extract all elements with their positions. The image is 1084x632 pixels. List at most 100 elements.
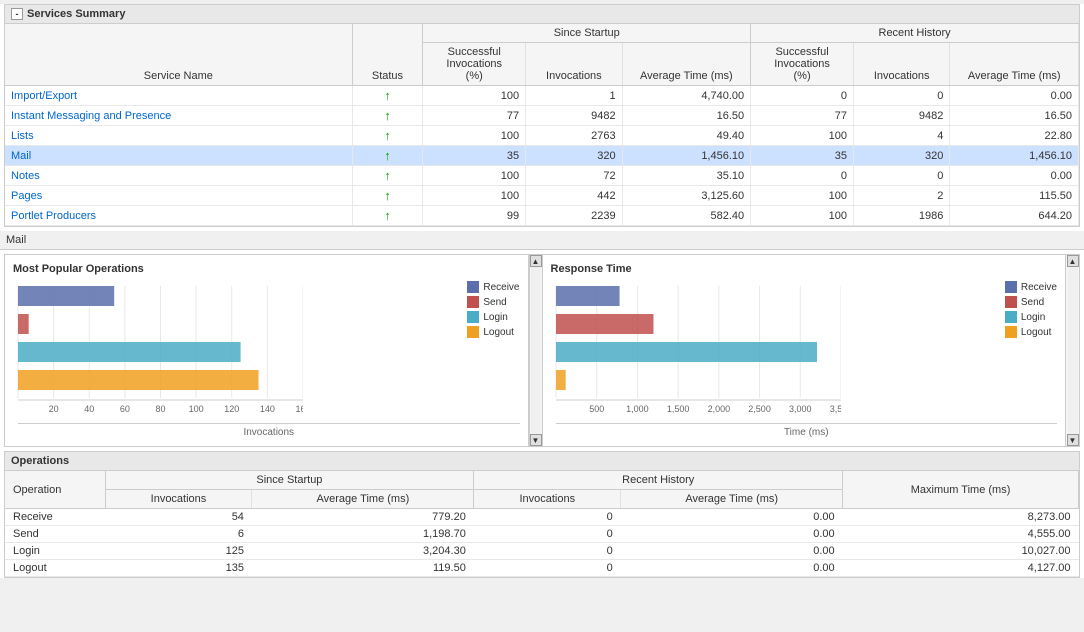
legend-label: Logout	[1021, 327, 1052, 338]
op-rh-avg: 0.00	[621, 526, 843, 543]
op-rh-inv: 0	[474, 526, 621, 543]
ss-inv: 9482	[526, 106, 622, 126]
ss-inv: 1	[526, 86, 622, 106]
col-max-time: Maximum Time (ms)	[843, 471, 1079, 509]
rh-inv: 4	[853, 126, 949, 146]
op-name: Logout	[5, 560, 105, 577]
service-row[interactable]: Mail ↑ 35 320 1,456.10 35 320 1,456.10	[5, 146, 1079, 166]
service-name[interactable]: Import/Export	[5, 86, 352, 106]
legend-label: Login	[483, 312, 507, 323]
scroll-track	[531, 267, 541, 434]
service-status: ↑	[352, 126, 423, 146]
col-rh-avg: Average Time (ms)	[950, 43, 1079, 86]
service-name[interactable]: Portlet Producers	[5, 206, 352, 226]
rh-success: 35	[751, 146, 854, 166]
service-name[interactable]: Pages	[5, 186, 352, 206]
svg-text:1,000: 1,000	[626, 404, 649, 414]
most-popular-bars: 20406080100120140160	[13, 281, 457, 421]
charts-row: Most Popular Operations 2040608010012014…	[4, 254, 1080, 447]
response-time-legend: ReceiveSendLoginLogout	[1005, 281, 1057, 421]
op-ss-avg: 119.50	[252, 560, 474, 577]
op-name: Login	[5, 543, 105, 560]
col-ss-avg-ops: Average Time (ms)	[252, 490, 474, 509]
up-arrow-icon: ↑	[384, 188, 391, 203]
col-ss-inv: Invocations	[526, 43, 622, 86]
col-rh-inv: Invocations	[853, 43, 949, 86]
op-ss-avg: 1,198.70	[252, 526, 474, 543]
col-rh-success: SuccessfulInvocations(%)	[751, 43, 854, 86]
service-status: ↑	[352, 106, 423, 126]
rh-success: 0	[751, 166, 854, 186]
op-rh-avg: 0.00	[621, 560, 843, 577]
x-axis-line	[18, 423, 520, 424]
op-ss-avg: 3,204.30	[252, 543, 474, 560]
svg-text:60: 60	[120, 404, 130, 414]
op-max-time: 4,555.00	[843, 526, 1079, 543]
x-axis-line2	[556, 423, 1058, 424]
rh-avg: 1,456.10	[950, 146, 1079, 166]
services-summary-title: Services Summary	[27, 8, 125, 20]
rh-success: 0	[751, 86, 854, 106]
op-ss-inv: 135	[105, 560, 252, 577]
most-popular-panel: Most Popular Operations 2040608010012014…	[5, 255, 529, 446]
ss-avg: 1,456.10	[622, 146, 751, 166]
op-max-time: 8,273.00	[843, 509, 1079, 526]
svg-text:140: 140	[260, 404, 275, 414]
operation-row: Logout 135 119.50 0 0.00 4,127.00	[5, 560, 1079, 577]
rh-inv: 2	[853, 186, 949, 206]
rh-avg: 0.00	[950, 86, 1079, 106]
service-status: ↑	[352, 186, 423, 206]
response-time-x-label-area: Time (ms)	[556, 423, 1058, 438]
legend-item: Logout	[1005, 326, 1057, 338]
mail-section-label: Mail	[0, 231, 1084, 250]
right-scroll-up[interactable]: ▲	[1067, 255, 1079, 267]
response-time-svg: 5001,0001,5002,0002,5003,0003,500	[551, 281, 841, 418]
right-scroll-track	[1068, 267, 1078, 434]
service-name[interactable]: Instant Messaging and Presence	[5, 106, 352, 126]
ss-avg: 582.40	[622, 206, 751, 226]
op-rh-inv: 0	[474, 543, 621, 560]
rh-avg: 22.80	[950, 126, 1079, 146]
service-status: ↑	[352, 206, 423, 226]
right-scroll-down[interactable]: ▼	[1067, 434, 1079, 446]
service-row[interactable]: Lists ↑ 100 2763 49.40 100 4 22.80	[5, 126, 1079, 146]
service-status: ↑	[352, 86, 423, 106]
collapse-icon[interactable]: -	[11, 8, 23, 20]
ss-inv: 72	[526, 166, 622, 186]
service-name[interactable]: Notes	[5, 166, 352, 186]
ss-success: 99	[423, 206, 526, 226]
service-name[interactable]: Lists	[5, 126, 352, 146]
ss-avg: 3,125.60	[622, 186, 751, 206]
right-scrollbar[interactable]: ▲ ▼	[1065, 255, 1079, 446]
svg-text:2,000: 2,000	[707, 404, 730, 414]
rh-inv: 0	[853, 166, 949, 186]
up-arrow-icon: ↑	[384, 208, 391, 223]
service-name[interactable]: Mail	[5, 146, 352, 166]
legend-label: Receive	[483, 282, 519, 293]
op-rh-inv: 0	[474, 509, 621, 526]
service-row[interactable]: Import/Export ↑ 100 1 4,740.00 0 0 0.00	[5, 86, 1079, 106]
most-popular-x-axis-label: Invocations	[18, 427, 520, 438]
service-row[interactable]: Pages ↑ 100 442 3,125.60 100 2 115.50	[5, 186, 1079, 206]
legend-label: Login	[1021, 312, 1045, 323]
ss-avg: 35.10	[622, 166, 751, 186]
response-time-bars: 5001,0001,5002,0002,5003,0003,500	[551, 281, 995, 421]
legend-color	[467, 281, 479, 293]
up-arrow-icon: ↑	[384, 108, 391, 123]
op-max-time: 4,127.00	[843, 560, 1079, 577]
scroll-down-arrow[interactable]: ▼	[530, 434, 542, 446]
operations-section: Operations Operation Since Startup Recen…	[4, 451, 1080, 578]
response-time-chart: 5001,0001,5002,0002,5003,0003,500 Receiv…	[551, 281, 1058, 421]
svg-text:3,000: 3,000	[789, 404, 812, 414]
service-row[interactable]: Instant Messaging and Presence ↑ 77 9482…	[5, 106, 1079, 126]
col-ss-avg: Average Time (ms)	[622, 43, 751, 86]
most-popular-svg: 20406080100120140160	[13, 281, 303, 418]
service-row[interactable]: Notes ↑ 100 72 35.10 0 0 0.00	[5, 166, 1079, 186]
service-row[interactable]: Portlet Producers ↑ 99 2239 582.40 100 1…	[5, 206, 1079, 226]
services-summary-header: - Services Summary	[5, 5, 1079, 24]
middle-scrollbar[interactable]: ▲ ▼	[529, 255, 543, 446]
svg-text:40: 40	[84, 404, 94, 414]
operations-header: Operations	[5, 452, 1079, 471]
col-recent-history-group: Recent History	[474, 471, 843, 490]
scroll-up-arrow[interactable]: ▲	[530, 255, 542, 267]
